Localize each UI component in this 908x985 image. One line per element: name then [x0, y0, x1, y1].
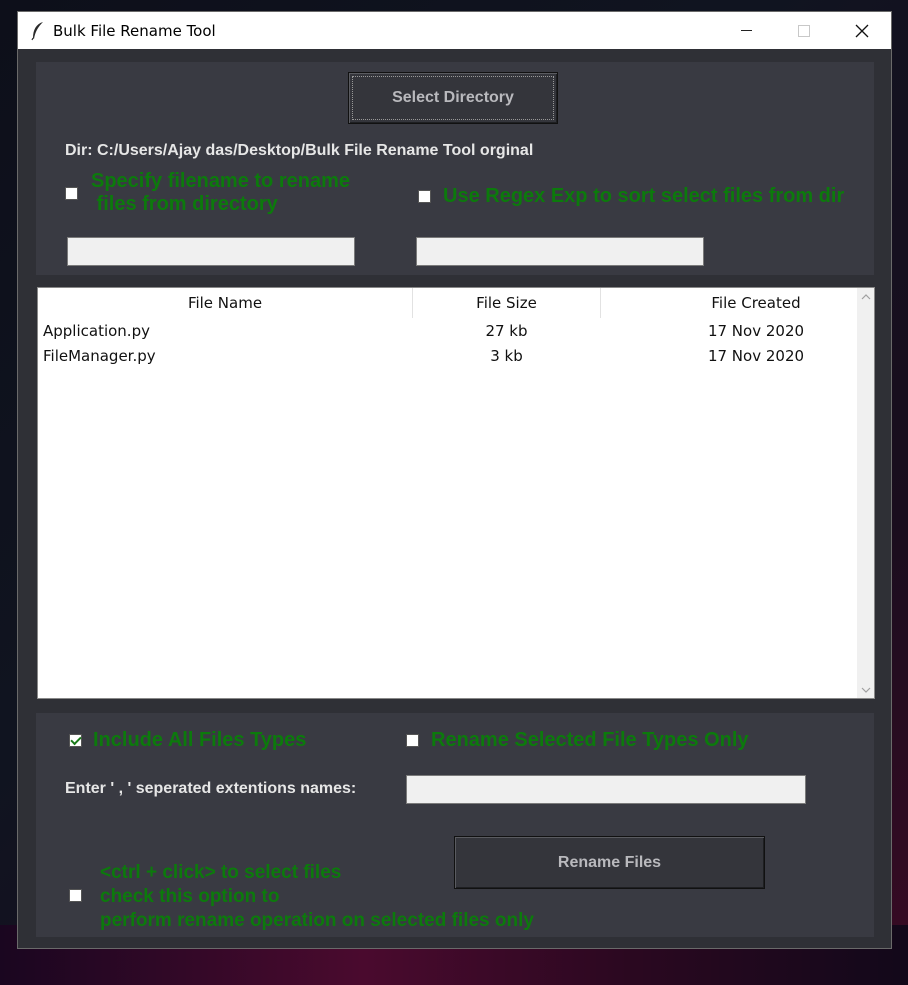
feather-icon: [31, 22, 43, 41]
vertical-scrollbar[interactable]: [857, 288, 874, 698]
extensions-input[interactable]: [406, 775, 806, 804]
extensions-label: Enter ' , ' seperated extentions names:: [65, 780, 357, 797]
regex-checkbox[interactable]: [418, 190, 431, 203]
specify-filename-label: Specify filename to rename files from di…: [91, 170, 350, 215]
directory-path-label: Dir: C:/Users/Ajay das/Desktop/Bulk File…: [65, 142, 534, 159]
chevron-down-icon[interactable]: [857, 681, 874, 698]
table-header: File Name File Size File Created: [38, 288, 856, 318]
table-row[interactable]: FileManager.py 3 kb 17 Nov 2020: [38, 343, 856, 368]
title-bar: Bulk File Rename Tool: [18, 12, 891, 49]
cell-file-size: 3 kb: [490, 346, 523, 365]
select-directory-button[interactable]: Select Directory: [348, 72, 558, 124]
cell-file-name: FileManager.py: [43, 346, 156, 365]
maximize-icon: [798, 24, 810, 37]
maximize-button[interactable]: [775, 12, 833, 49]
table-row[interactable]: Application.py 27 kb 17 Nov 2020: [38, 318, 856, 343]
file-table[interactable]: File Name File Size File Created Applica…: [37, 287, 875, 699]
cell-file-name: Application.py: [43, 321, 150, 340]
include-all-types-checkbox[interactable]: [69, 734, 82, 747]
column-header-file-name[interactable]: File Name: [38, 288, 413, 318]
column-header-file-size[interactable]: File Size: [413, 288, 601, 318]
selected-files-only-label: <ctrl + click> to select files check thi…: [100, 862, 534, 931]
cell-file-size: 27 kb: [485, 321, 528, 340]
minimize-button[interactable]: [717, 12, 775, 49]
rename-selected-types-checkbox[interactable]: [406, 734, 419, 747]
close-icon: [855, 24, 869, 37]
regex-input[interactable]: [416, 237, 704, 266]
rename-selected-types-label: Rename Selected File Types Only: [431, 729, 749, 751]
regex-label: Use Regex Exp to sort select files from …: [443, 185, 845, 207]
window-title: Bulk File Rename Tool: [53, 22, 216, 40]
chevron-up-icon[interactable]: [857, 288, 874, 305]
close-button[interactable]: [833, 12, 891, 49]
include-all-types-label: Include All Files Types: [93, 729, 307, 751]
minimize-icon: [740, 30, 752, 31]
app-window: Bulk File Rename Tool Select Directory D…: [17, 11, 892, 949]
specify-filename-checkbox[interactable]: [65, 187, 78, 200]
selected-files-only-checkbox[interactable]: [69, 889, 82, 902]
filename-input[interactable]: [67, 237, 355, 266]
